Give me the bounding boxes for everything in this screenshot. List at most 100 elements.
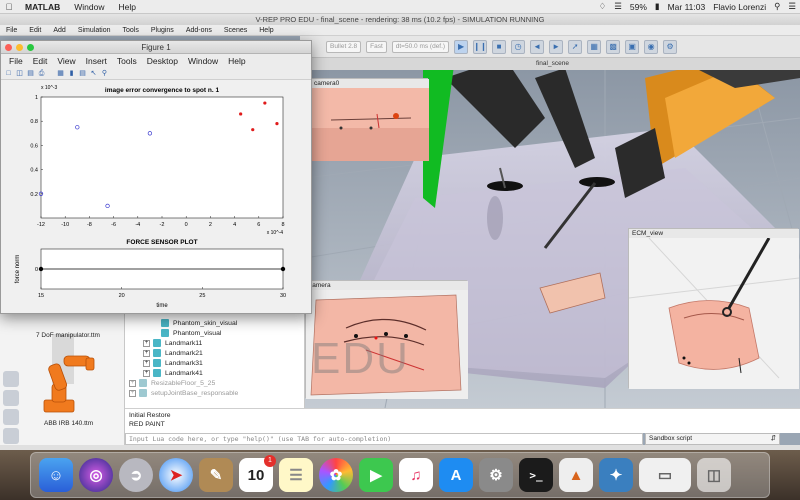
fig-menu-view[interactable]: View xyxy=(52,56,80,66)
matlab-figure-window[interactable]: Figure 1 File Edit View Insert Tools Des… xyxy=(0,40,312,314)
notefile-icon[interactable]: ✎ xyxy=(199,458,233,492)
legend-icon[interactable]: ▤ xyxy=(78,69,87,78)
pause-simulation-icon[interactable]: ❙❙ xyxy=(473,39,488,54)
expand-toggle[interactable]: + xyxy=(143,359,150,367)
minimize-icon[interactable] xyxy=(16,44,23,51)
app-store-icon[interactable]: A xyxy=(439,458,473,492)
facetime-icon[interactable]: ▶ xyxy=(359,458,393,492)
print-icon[interactable]: ⎙ xyxy=(37,69,46,78)
arrow-icon[interactable]: ↖ xyxy=(89,69,98,78)
trash-icon[interactable]: ◫ xyxy=(697,458,731,492)
terminal-icon[interactable]: >_ xyxy=(519,458,553,492)
system-preferences-icon[interactable]: ⚙ xyxy=(479,458,513,492)
model-browser-icon[interactable]: ▩ xyxy=(606,39,621,54)
object-shift-icon[interactable] xyxy=(3,371,19,387)
hierarchy-item[interactable]: Phantom_visual xyxy=(125,328,304,338)
calendar-icon[interactable]: 10 1 xyxy=(239,455,276,492)
menu-help[interactable]: Help xyxy=(111,2,142,12)
zoom-icon[interactable]: ⚲ xyxy=(100,69,109,78)
layers-icon[interactable]: ▣ xyxy=(625,39,640,54)
finder-icon[interactable]: ☺ xyxy=(39,458,73,492)
expand-toggle[interactable]: + xyxy=(129,389,136,397)
expand-toggle[interactable]: + xyxy=(129,379,136,387)
wifi-icon[interactable]: ☰ xyxy=(610,1,626,12)
data-cursor-icon[interactable]: ▦ xyxy=(56,69,65,78)
open-icon[interactable]: ◫ xyxy=(15,69,24,78)
hierarchy-item[interactable]: + setupJointBase_responsable xyxy=(125,388,304,398)
accuracy-select[interactable]: Fast xyxy=(366,40,387,53)
hierarchy-item[interactable]: + Landmark11 xyxy=(125,338,304,348)
fig-menu-insert[interactable]: Insert xyxy=(81,56,112,66)
model-label-7dof[interactable]: 7 DoF manipulator.ttm xyxy=(36,332,100,339)
camera-icon[interactable]: ◉ xyxy=(644,39,659,54)
battery-icon[interactable]: ▮ xyxy=(651,1,664,12)
safari-icon[interactable]: ➤ xyxy=(159,458,193,492)
fig-menu-help[interactable]: Help xyxy=(223,56,250,66)
fig-menu-tools[interactable]: Tools xyxy=(112,56,142,66)
apple-icon[interactable]:  xyxy=(0,2,18,12)
spotlight-icon[interactable]: ⚲ xyxy=(770,1,784,12)
start-simulation-icon[interactable]: ▶ xyxy=(454,39,469,54)
slow-down-icon[interactable]: ◄ xyxy=(530,39,545,54)
vrep-menu-file[interactable]: File xyxy=(0,27,23,34)
notification-center-icon[interactable]: ☰ xyxy=(784,1,800,12)
vrep-menu-edit[interactable]: Edit xyxy=(23,27,47,34)
user-name[interactable]: Flavio Lorenzi xyxy=(709,2,770,12)
speed-up-icon[interactable]: ► xyxy=(549,39,564,54)
selection-icon[interactable] xyxy=(3,409,19,425)
close-icon[interactable] xyxy=(5,44,12,51)
zoom-window-icon[interactable] xyxy=(27,44,34,51)
vrep-menu-help[interactable]: Help xyxy=(253,27,279,34)
thread-rendering-icon[interactable]: ➚ xyxy=(568,39,583,54)
scene-viewport[interactable]: camera0 camera ECM_view EDU xyxy=(305,58,800,408)
fig-menu-desktop[interactable]: Desktop xyxy=(142,56,183,66)
model-label-abb[interactable]: ABB IRB 140.ttm xyxy=(44,420,93,427)
engine-select[interactable]: Bullet 2.8 xyxy=(326,40,362,53)
vrep-menu-scenes[interactable]: Scenes xyxy=(218,27,253,34)
hierarchy-item[interactable]: + Landmark41 xyxy=(125,368,304,378)
hierarchy-item[interactable]: + ResizableFloor_5_25 xyxy=(125,378,304,388)
new-icon[interactable]: □ xyxy=(4,69,13,78)
clock[interactable]: Mar 11:03 xyxy=(664,2,710,12)
timestep-select[interactable]: dt=50.0 ms (def.) xyxy=(391,40,450,53)
real-time-icon[interactable]: ◷ xyxy=(511,39,526,54)
siri-icon[interactable]: ◎ xyxy=(79,458,113,492)
camera0-inset[interactable]: camera0 xyxy=(310,78,429,161)
ecm-view-inset[interactable]: ECM_view xyxy=(628,228,799,389)
vrep-menu-tools[interactable]: Tools xyxy=(117,27,145,34)
stop-simulation-icon[interactable]: ■ xyxy=(492,39,507,54)
vrep-icon[interactable]: ✦ xyxy=(599,458,633,492)
fig-menu-window[interactable]: Window xyxy=(183,56,223,66)
vrep-menu-add[interactable]: Add xyxy=(47,27,71,34)
fig-menu-file[interactable]: File xyxy=(4,56,28,66)
colorbar-icon[interactable]: ▮ xyxy=(67,69,76,78)
menu-app-name[interactable]: MATLAB xyxy=(18,2,67,12)
vrep-menu-plugins[interactable]: Plugins xyxy=(145,27,180,34)
hierarchy-item[interactable]: + Landmark21 xyxy=(125,348,304,358)
scene-hierarchy-icon[interactable]: ▦ xyxy=(587,39,602,54)
settings-icon[interactable]: ⚙ xyxy=(663,39,678,54)
expand-toggle[interactable]: + xyxy=(143,339,150,347)
hierarchy-item[interactable]: + Landmark31 xyxy=(125,358,304,368)
expand-toggle[interactable]: + xyxy=(143,349,150,357)
dropbox-icon[interactable]: ♢ xyxy=(595,1,611,12)
battery-percent[interactable]: 59% xyxy=(626,2,651,12)
stacked-windows-icon[interactable]: ▭ xyxy=(639,458,691,492)
abb-robot-thumbnail[interactable] xyxy=(30,348,100,418)
lua-command-input[interactable]: Input Lua code here, or type "help()" (u… xyxy=(125,433,643,445)
assembly-icon[interactable] xyxy=(3,428,19,444)
object-rotate-icon[interactable] xyxy=(3,390,19,406)
music-icon[interactable]: ♫ xyxy=(399,458,433,492)
menu-window[interactable]: Window xyxy=(67,2,111,12)
save-icon[interactable]: ▤ xyxy=(26,69,35,78)
notes-icon[interactable]: ☰ xyxy=(279,458,313,492)
vrep-menu-addons[interactable]: Add-ons xyxy=(180,27,218,34)
fig-menu-edit[interactable]: Edit xyxy=(28,56,53,66)
hierarchy-item[interactable]: Phantom_skin_visual xyxy=(125,318,304,328)
launchpad-icon[interactable]: ➲ xyxy=(119,458,153,492)
photos-icon[interactable]: ✿ xyxy=(319,458,353,492)
vrep-menu-simulation[interactable]: Simulation xyxy=(72,27,117,34)
matlab-icon[interactable]: ▲ xyxy=(559,458,593,492)
sandbox-script-select[interactable]: Sandbox script ⇵ xyxy=(645,433,780,445)
scene-tab[interactable]: final_scene xyxy=(305,58,800,70)
